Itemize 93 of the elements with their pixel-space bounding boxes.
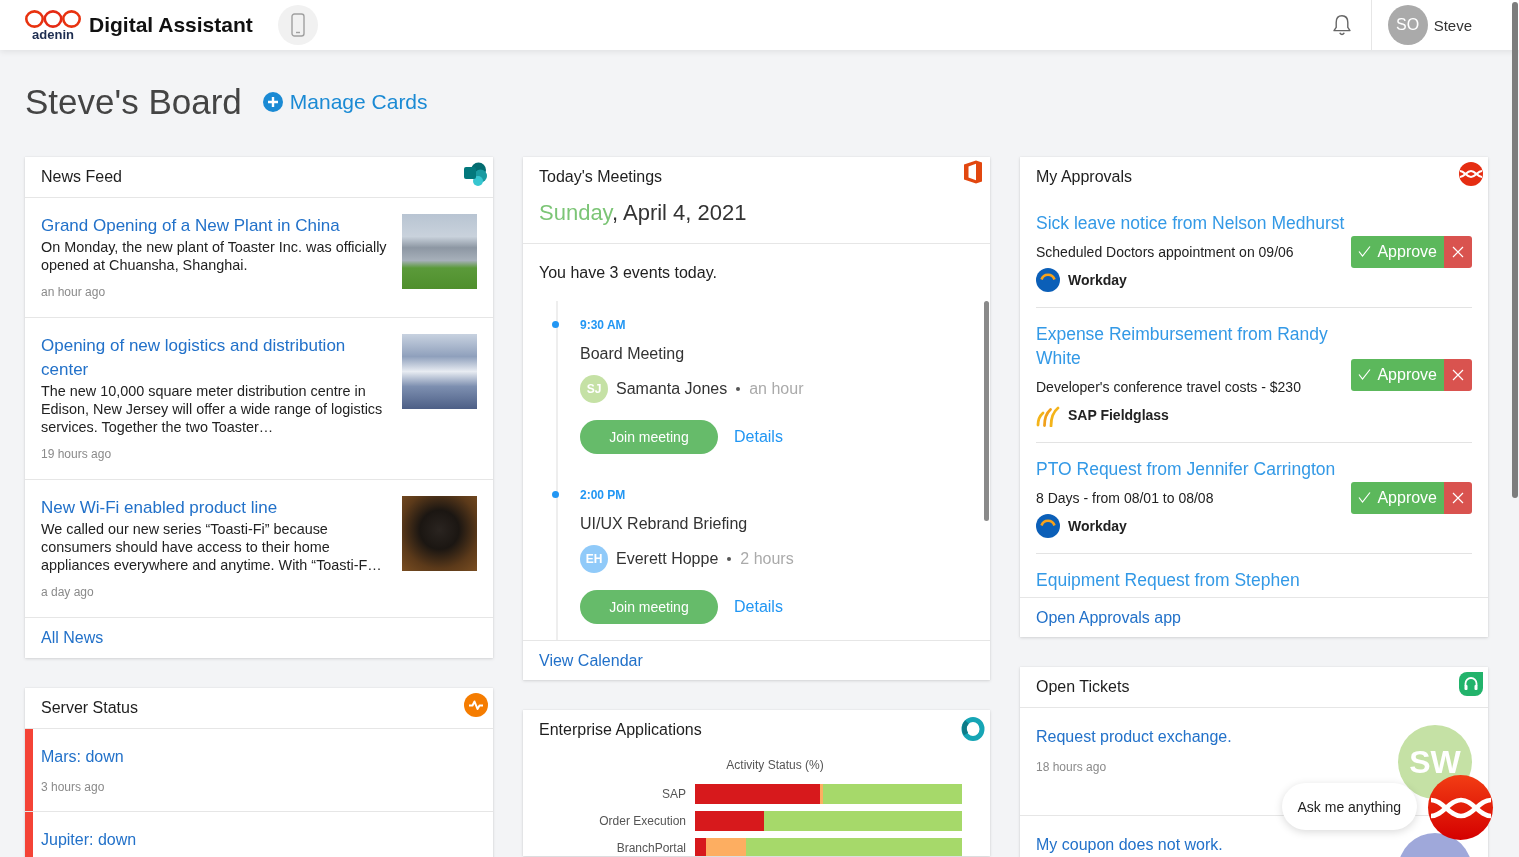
app-title: Digital Assistant — [89, 13, 253, 37]
rings-logo-icon — [25, 9, 81, 28]
card-title: Server Status — [41, 698, 138, 718]
news-time: 19 hours ago — [41, 446, 113, 462]
approve-button[interactable]: Approve — [1351, 358, 1444, 391]
approval-description: Scheduled Doctors appointment on 09/06 — [1036, 243, 1295, 262]
approval-title-link[interactable]: Equipment Request from Stephen — [1036, 568, 1472, 592]
ticket-time: 18 hours ago — [1036, 759, 1108, 775]
card-title: News Feed — [41, 167, 122, 187]
event-duration: an hour — [749, 380, 804, 398]
approval-title-link[interactable]: Sick leave notice from Nelson Medhurst — [1036, 211, 1352, 235]
category-label: BranchPortal — [616, 841, 686, 855]
chart-title: Activity Status (%) — [726, 758, 824, 772]
approval-description: Developer's conference travel costs - $230 — [1036, 378, 1302, 397]
category-label: Order Execution — [599, 814, 686, 828]
join-meeting-button[interactable]: Join meeting — [580, 590, 718, 624]
close-icon — [1452, 245, 1464, 258]
scrollbar-thumb[interactable] — [984, 301, 989, 521]
organizer-name: Everett Hoppe — [616, 550, 719, 568]
event-title: Board Meeting — [580, 344, 686, 364]
approve-button[interactable]: Approve — [1351, 235, 1444, 268]
pulse-icon — [464, 693, 488, 717]
source-name: SAP Fieldglass — [1068, 407, 1169, 423]
bullet-icon — [727, 557, 732, 561]
all-news-link[interactable]: All News — [41, 629, 104, 647]
card-title: Enterprise Applications — [539, 720, 702, 740]
headset-icon — [1459, 672, 1483, 696]
join-meeting-button[interactable]: Join meeting — [580, 420, 718, 454]
category-label: SAP — [662, 787, 686, 801]
reject-button[interactable] — [1444, 358, 1472, 391]
news-summary: On Monday, the new plant of Toaster Inc. was officially opened at Chuansha, Shanghai. — [41, 238, 388, 274]
event-title: UI/UX Rebrand Briefing — [580, 514, 749, 534]
arc-logo-icon — [1036, 514, 1060, 538]
ring-icon — [961, 717, 985, 741]
source-name: Workday — [1068, 272, 1127, 288]
scrollbar-thumb[interactable] — [1512, 2, 1518, 498]
close-icon — [1452, 368, 1464, 381]
view-calendar-link[interactable]: View Calendar — [539, 651, 643, 670]
card-title: My Approvals — [1036, 167, 1133, 187]
news-summary: We called our new series “Toasti-Fi” because consumers should have access to their home appliances everywhere and anytime. With “Toasti-F… — [41, 520, 383, 574]
approve-button[interactable]: Approve — [1351, 481, 1444, 514]
details-link[interactable]: Details — [734, 598, 783, 616]
ticket-title-link[interactable]: Request product exchange. — [1036, 726, 1398, 748]
card-title: Today's Meetings — [539, 167, 663, 187]
event-time: 2:00 PM — [580, 487, 627, 503]
news-time: an hour ago — [41, 284, 107, 300]
overlapping-circles-icon — [464, 162, 488, 186]
manage-cards-link[interactable]: Manage Cards — [262, 90, 428, 114]
check-icon — [1358, 368, 1372, 381]
organizer-avatar: SJ — [580, 375, 608, 403]
plus-icon — [262, 92, 283, 112]
check-icon — [1358, 491, 1372, 504]
news-title-link[interactable]: Grand Opening of a New Plant in China — [41, 214, 390, 238]
board-title: Steve's Board — [25, 81, 242, 123]
user-name[interactable]: Steve — [1433, 16, 1472, 34]
approval-description: 8 Days - from 08/01 to 08/08 — [1036, 489, 1215, 508]
assistant-prompt[interactable]: Ask me anything — [1281, 783, 1417, 830]
approval-title-link[interactable]: Expense Reimbursement from Randy White — [1036, 322, 1352, 370]
news-summary: The new 10,000 square meter distribution centre in Edison, New Jersey will offer a wide range of logistics services. Together the two Toaster… — [41, 382, 384, 436]
card-title: Open Tickets — [1036, 677, 1130, 697]
server-link[interactable]: Mars: down — [41, 746, 124, 768]
close-icon — [1452, 491, 1464, 504]
reject-button[interactable] — [1444, 235, 1472, 268]
wave-logo-icon — [1459, 162, 1483, 186]
status-time: 3 hours ago — [41, 779, 106, 795]
arc-logo-icon — [1036, 268, 1060, 292]
date-text: , April 4, 2021 — [612, 200, 747, 225]
weekday: Sunday — [539, 200, 612, 225]
door-logo-icon — [963, 160, 983, 184]
device-view-button[interactable] — [277, 5, 318, 45]
brand-name: adenin — [32, 27, 74, 41]
event-duration: 2 hours — [740, 550, 794, 568]
bell-icon[interactable] — [1331, 14, 1352, 36]
source-name: Workday — [1068, 518, 1127, 534]
events-summary: You have 3 events today. — [539, 263, 718, 283]
server-link[interactable]: Jupiter: down — [41, 829, 137, 851]
details-link[interactable]: Details — [734, 428, 783, 446]
news-title-link[interactable]: Opening of new logistics and distribution center — [41, 334, 390, 382]
approval-title-link[interactable]: PTO Request from Jennifer Carrington — [1036, 457, 1352, 481]
event-time: 9:30 AM — [580, 317, 627, 333]
user-avatar[interactable]: SO — [1387, 5, 1428, 45]
organizer-avatar: EH — [580, 545, 608, 573]
timeline-dot-icon — [552, 491, 559, 498]
phone-icon — [290, 13, 305, 37]
timeline-dot-icon — [552, 321, 559, 328]
ticket-title-link[interactable]: My coupon does not work. — [1036, 834, 1398, 856]
news-title-link[interactable]: New Wi-Fi enabled product line — [41, 496, 390, 520]
bullet-icon — [736, 387, 741, 391]
news-time: a day ago — [41, 584, 95, 600]
reject-button[interactable] — [1444, 481, 1472, 514]
organizer-name: Samanta Jones — [616, 380, 728, 398]
open-approvals-link[interactable]: Open Approvals app — [1036, 608, 1181, 627]
check-icon — [1358, 245, 1372, 258]
